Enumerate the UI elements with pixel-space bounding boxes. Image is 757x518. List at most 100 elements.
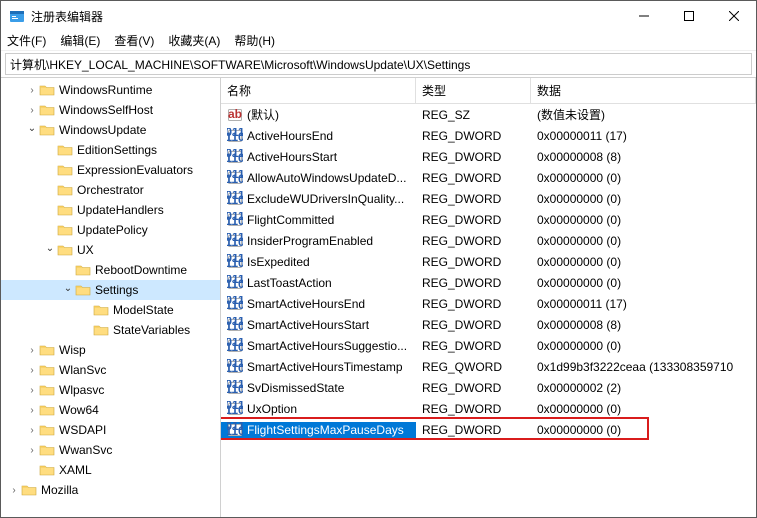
tree-node[interactable]: XAML	[1, 460, 220, 480]
binary-value-icon: 011110	[227, 380, 243, 396]
menu-help[interactable]: 帮助(H)	[234, 32, 275, 49]
folder-icon	[93, 303, 109, 317]
value-name: SmartActiveHoursEnd	[247, 297, 365, 311]
tree-node[interactable]: UpdatePolicy	[1, 220, 220, 240]
expand-icon[interactable]: ›	[25, 85, 39, 96]
value-row[interactable]: 011110LastToastActionREG_DWORD0x00000000…	[221, 272, 756, 293]
value-data: 0x00000000 (0)	[531, 255, 756, 269]
tree-node[interactable]: RebootDowntime	[1, 260, 220, 280]
value-row[interactable]: 011110ActiveHoursStartREG_DWORD0x0000000…	[221, 146, 756, 167]
folder-icon	[93, 323, 109, 337]
tree-node[interactable]: ExpressionEvaluators	[1, 160, 220, 180]
svg-text:110: 110	[227, 340, 243, 354]
expand-icon[interactable]: ›	[25, 105, 39, 116]
col-name[interactable]: 名称	[221, 78, 416, 103]
tree-node[interactable]: ›Wlpasvc	[1, 380, 220, 400]
value-type: REG_DWORD	[416, 234, 531, 248]
value-data: 0x00000008 (8)	[531, 150, 756, 164]
tree-node[interactable]: ›WlanSvc	[1, 360, 220, 380]
titlebar: 注册表编辑器	[1, 1, 756, 31]
tree-label: WindowsRuntime	[59, 83, 152, 97]
menu-edit[interactable]: 编辑(E)	[60, 32, 100, 49]
value-row[interactable]: 011110AllowAutoWindowsUpdateD...REG_DWOR…	[221, 167, 756, 188]
tree-node[interactable]: ›WwanSvc	[1, 440, 220, 460]
tree-node[interactable]: ⌄ WindowsUpdate	[1, 120, 220, 140]
menu-file[interactable]: 文件(F)	[7, 32, 46, 49]
svg-text:110: 110	[227, 382, 243, 396]
tree-node[interactable]: ›WindowsSelfHost	[1, 100, 220, 120]
value-row[interactable]: 011110SmartActiveHoursTimestampREG_QWORD…	[221, 356, 756, 377]
binary-value-icon: 011110	[227, 254, 243, 270]
expand-icon[interactable]: ›	[25, 365, 39, 376]
tree-node[interactable]: ›Wisp	[1, 340, 220, 360]
expand-icon[interactable]: ›	[7, 485, 21, 496]
tree-node[interactable]: EditionSettings	[1, 140, 220, 160]
tree-node[interactable]: ›Mozilla	[1, 480, 220, 500]
expand-icon[interactable]: ›	[25, 385, 39, 396]
value-row[interactable]: 011110ActiveHoursEndREG_DWORD0x00000011 …	[221, 125, 756, 146]
value-row[interactable]: 011110ExcludeWUDriversInQuality...REG_DW…	[221, 188, 756, 209]
expand-icon[interactable]: ›	[25, 345, 39, 356]
tree-label: UpdatePolicy	[77, 223, 148, 237]
value-row[interactable]: ab(默认)REG_SZ(数值未设置)	[221, 104, 756, 125]
tree-node[interactable]: UpdateHandlers	[1, 200, 220, 220]
collapse-icon[interactable]: ⌄	[61, 283, 75, 294]
value-data: 0x00000000 (0)	[531, 213, 756, 227]
col-type[interactable]: 类型	[416, 78, 531, 103]
value-name: SmartActiveHoursTimestamp	[247, 360, 403, 374]
value-row[interactable]: 011110SmartActiveHoursSuggestio...REG_DW…	[221, 335, 756, 356]
binary-value-icon: 011110	[227, 191, 243, 207]
tree-node[interactable]: ⌄UX	[1, 240, 220, 260]
value-row[interactable]: 011110FlightCommittedREG_DWORD0x00000000…	[221, 209, 756, 230]
maximize-button[interactable]	[666, 1, 711, 31]
folder-icon	[57, 203, 73, 217]
tree-label: WindowsUpdate	[59, 123, 146, 137]
folder-icon	[39, 363, 55, 377]
folder-icon	[39, 83, 55, 97]
folder-icon	[57, 243, 73, 257]
tree-node[interactable]: StateVariables	[1, 320, 220, 340]
minimize-button[interactable]	[621, 1, 666, 31]
value-name: ActiveHoursEnd	[247, 129, 333, 143]
value-row[interactable]: 011110IsExpeditedREG_DWORD0x00000000 (0)	[221, 251, 756, 272]
tree-label: RebootDowntime	[95, 263, 187, 277]
address-bar[interactable]: 计算机\HKEY_LOCAL_MACHINE\SOFTWARE\Microsof…	[5, 53, 752, 75]
collapse-icon[interactable]: ⌄	[25, 123, 39, 134]
tree-label: EditionSettings	[77, 143, 157, 157]
col-data[interactable]: 数据	[531, 78, 756, 103]
tree-node[interactable]: › WindowsRuntime	[1, 80, 220, 100]
close-button[interactable]	[711, 1, 756, 31]
expand-icon[interactable]: ›	[25, 405, 39, 416]
tree-node[interactable]: ›Wow64	[1, 400, 220, 420]
expand-icon[interactable]: ›	[25, 425, 39, 436]
svg-text:110: 110	[227, 361, 243, 375]
collapse-icon[interactable]: ⌄	[43, 243, 57, 254]
svg-text:ab: ab	[228, 107, 242, 121]
menu-favorites[interactable]: 收藏夹(A)	[168, 32, 220, 49]
value-row[interactable]: 011110SmartActiveHoursEndREG_DWORD0x0000…	[221, 293, 756, 314]
value-row[interactable]: 011110InsiderProgramEnabledREG_DWORD0x00…	[221, 230, 756, 251]
folder-icon	[39, 443, 55, 457]
folder-icon	[39, 103, 55, 117]
tree-panel[interactable]: › WindowsRuntime ›WindowsSelfHost ⌄ WindowsU…	[1, 78, 221, 517]
tree-label: WSDAPI	[59, 423, 106, 437]
menu-view[interactable]: 查看(V)	[114, 32, 154, 49]
tree-node[interactable]: ⌄Settings	[1, 280, 220, 300]
folder-icon	[39, 123, 55, 137]
value-row[interactable]: 011110SvDismissedStateREG_DWORD0x0000000…	[221, 377, 756, 398]
value-row[interactable]: 011110SmartActiveHoursStartREG_DWORD0x00…	[221, 314, 756, 335]
svg-text:110: 110	[227, 193, 243, 207]
value-name-cell: 011110FlightCommitted	[221, 212, 416, 228]
values-panel[interactable]: 名称 类型 数据 ab(默认)REG_SZ(数值未设置)011110Active…	[221, 78, 756, 517]
value-row[interactable]: 011110FlightSettingsMaxPauseDaysREG_DWOR…	[221, 419, 756, 440]
tree-node[interactable]: ModelState	[1, 300, 220, 320]
value-data: (数值未设置)	[531, 106, 756, 123]
svg-text:110: 110	[227, 130, 243, 144]
value-name-cell: 011110AllowAutoWindowsUpdateD...	[221, 170, 416, 186]
value-data: 0x00000000 (0)	[531, 339, 756, 353]
tree-node[interactable]: Orchestrator	[1, 180, 220, 200]
expand-icon[interactable]: ›	[25, 445, 39, 456]
value-name-cell: 011110ExcludeWUDriversInQuality...	[221, 191, 416, 207]
value-row[interactable]: 011110UxOptionREG_DWORD0x00000000 (0)	[221, 398, 756, 419]
tree-node[interactable]: › WSDAPI	[1, 420, 220, 440]
